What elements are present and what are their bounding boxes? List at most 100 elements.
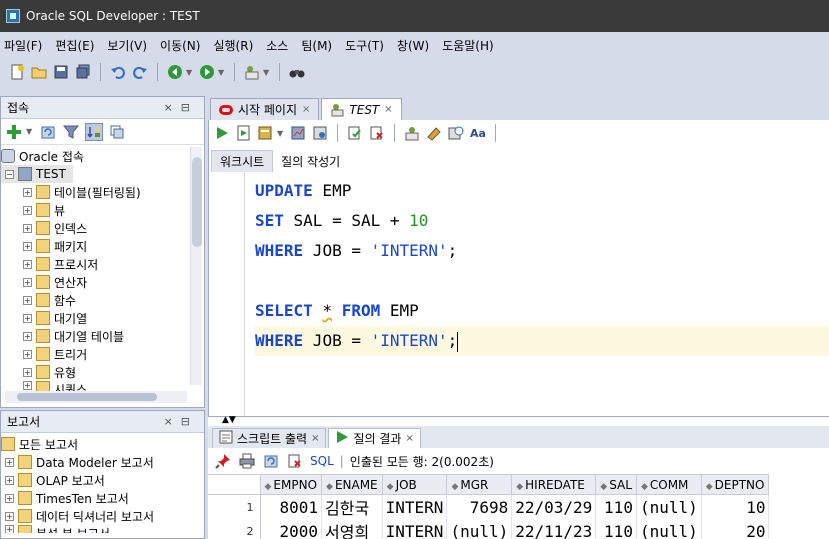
tree-item-triggers[interactable]: + 트리거	[1, 345, 204, 363]
cell-hiredate[interactable]: 22/11/23	[511, 519, 597, 539]
tab-query-result[interactable]: 질의 결과 ×	[328, 428, 421, 448]
code-line[interactable]	[255, 266, 829, 296]
eraser-icon[interactable]	[425, 124, 443, 142]
sql-button[interactable]: SQL	[310, 454, 334, 468]
commit-icon[interactable]	[346, 124, 364, 142]
column-header-hiredate[interactable]: ◆ HIREDATE	[511, 474, 597, 495]
tree-item-data-modeler-reports[interactable]: + Data Modeler 보고서	[1, 453, 204, 471]
sql-history-icon[interactable]	[447, 124, 465, 142]
cell-job[interactable]: INTERN	[382, 494, 448, 519]
expand-toggle[interactable]: +	[23, 349, 32, 359]
back-dropdown-icon[interactable]: ▼	[186, 68, 194, 77]
tree-item-queues[interactable]: + 대기열	[1, 309, 204, 327]
filter-icon[interactable]	[62, 123, 80, 141]
column-header-ename[interactable]: ◆ ENAME	[321, 474, 383, 495]
tree-item-test-connection[interactable]: − TEST	[1, 165, 73, 183]
editor-results-splitter[interactable]: ▲▼	[208, 415, 829, 426]
tree-item-data-dictionary-reports[interactable]: + 데이터 딕셔너리 보고서	[1, 507, 204, 525]
expand-toggle[interactable]: +	[23, 295, 32, 305]
tree-item-views[interactable]: + 뷰	[1, 201, 204, 219]
cell-deptno[interactable]: 20	[701, 519, 770, 539]
expand-toggle[interactable]: +	[23, 223, 32, 233]
cell-deptno[interactable]: 10	[701, 494, 770, 519]
sql-code[interactable]: UPDATE EMP SET SAL = SAL + 10 WHERE JOB = …	[255, 176, 829, 356]
close-tab-icon[interactable]: ×	[405, 433, 413, 444]
cell-hiredate[interactable]: 22/03/29	[511, 494, 597, 519]
sql-worksheet-icon[interactable]	[243, 63, 261, 81]
table-row[interactable]: 1 8001 김한국 INTERN 7698 22/03/29 110 (nul…	[208, 494, 770, 519]
pin-icon[interactable]	[214, 452, 232, 470]
menu-navigate[interactable]: 이동(N)	[160, 37, 200, 54]
run-statement-icon[interactable]	[213, 124, 231, 142]
code-line[interactable]: SELECT * FROM EMP	[255, 296, 829, 326]
panel-controls[interactable]: ×⊟	[164, 415, 204, 428]
tree-item-functions[interactable]: + 함수	[1, 291, 204, 309]
tree-item-tables[interactable]: + 테이블(필터링됨)	[1, 183, 204, 201]
connections-vertical-scrollbar[interactable]	[190, 147, 202, 385]
schema-browser-icon[interactable]	[85, 122, 103, 141]
code-line[interactable]: UPDATE EMP	[255, 176, 829, 206]
tab-query-builder[interactable]: 질의 작성기	[273, 150, 348, 172]
close-tab-icon[interactable]: ×	[302, 104, 310, 115]
scroll-thumb[interactable]	[17, 393, 157, 401]
tab-test-worksheet[interactable]: TEST ×	[321, 98, 402, 120]
print-icon[interactable]	[238, 452, 256, 470]
close-tab-icon[interactable]: ×	[384, 104, 392, 115]
menu-window[interactable]: 창(W)	[397, 37, 429, 54]
tab-worksheet[interactable]: 워크시트	[211, 150, 274, 172]
expand-toggle[interactable]: +	[5, 457, 14, 467]
expand-toggle[interactable]: +	[23, 313, 32, 323]
cell-sal[interactable]: 110	[595, 519, 637, 539]
add-connection-dropdown-icon[interactable]: ▼	[26, 127, 34, 136]
expand-toggle[interactable]: +	[23, 277, 32, 287]
sql-tuning-icon[interactable]	[311, 124, 329, 142]
refresh-results-icon[interactable]	[262, 452, 280, 470]
expand-toggle[interactable]: +	[23, 241, 32, 251]
tab-script-output[interactable]: 스크립트 출력 ×	[212, 428, 327, 448]
tree-item-queue-tables[interactable]: + 대기열 테이블	[1, 327, 204, 345]
expand-toggle[interactable]: +	[23, 381, 32, 390]
cell-empno[interactable]: 8001	[260, 494, 323, 519]
new-file-icon[interactable]	[8, 63, 26, 81]
menu-team[interactable]: 팀(M)	[301, 37, 332, 54]
save-icon[interactable]	[52, 63, 70, 81]
collapse-arrow-icon[interactable]: ▲▼	[222, 415, 236, 425]
column-header-sal[interactable]: ◆ SAL	[595, 474, 637, 495]
collapse-toggle[interactable]: −	[5, 169, 14, 179]
autotrace-dropdown-icon[interactable]: ▼	[277, 129, 285, 138]
close-tab-icon[interactable]: ×	[311, 433, 319, 444]
back-icon[interactable]	[166, 63, 184, 81]
run-script-icon[interactable]	[235, 124, 253, 142]
code-line[interactable]: WHERE JOB = 'INTERN';	[255, 236, 829, 266]
expand-toggle[interactable]: +	[23, 331, 32, 341]
column-header-deptno[interactable]: ◆ DEPTNO	[700, 474, 770, 495]
cell-mgr[interactable]: 7698	[446, 494, 513, 519]
cell-sal[interactable]: 110	[595, 494, 637, 519]
panel-controls[interactable]: ×⊟	[164, 101, 204, 114]
open-folder-icon[interactable]	[30, 63, 48, 81]
autotrace-icon[interactable]	[257, 124, 275, 142]
forward-dropdown-icon[interactable]: ▼	[218, 68, 226, 77]
menu-view[interactable]: 보기(V)	[107, 37, 147, 54]
menu-run[interactable]: 실행(R)	[213, 37, 253, 54]
code-line[interactable]: SET SAL = SAL + 10	[255, 206, 829, 236]
cell-ename[interactable]: 서영희	[321, 519, 383, 539]
tree-item-types[interactable]: + 유형	[1, 363, 204, 381]
cell-comm[interactable]: (null)	[636, 494, 702, 519]
unshared-worksheet-icon[interactable]	[403, 124, 421, 142]
menu-source[interactable]: 소스	[266, 37, 288, 54]
menu-file[interactable]: 파일(F)	[4, 37, 42, 54]
expand-toggle[interactable]: +	[23, 259, 32, 269]
expand-toggle[interactable]: +	[23, 367, 32, 377]
column-header-mgr[interactable]: ◆ MGR	[446, 474, 513, 495]
refresh-icon[interactable]	[39, 123, 57, 141]
tree-item-oracle-connections[interactable]: Oracle 접속	[1, 147, 204, 165]
expand-toggle[interactable]: +	[5, 475, 14, 485]
cancel-query-icon[interactable]	[286, 452, 304, 470]
forward-icon[interactable]	[198, 63, 216, 81]
expand-toggle[interactable]: +	[5, 511, 14, 521]
cell-job[interactable]: INTERN	[382, 519, 448, 539]
cell-empno[interactable]: 2000	[260, 519, 323, 539]
rollback-icon[interactable]	[368, 124, 386, 142]
sql-worksheet-dropdown-icon[interactable]: ▼	[263, 68, 271, 77]
